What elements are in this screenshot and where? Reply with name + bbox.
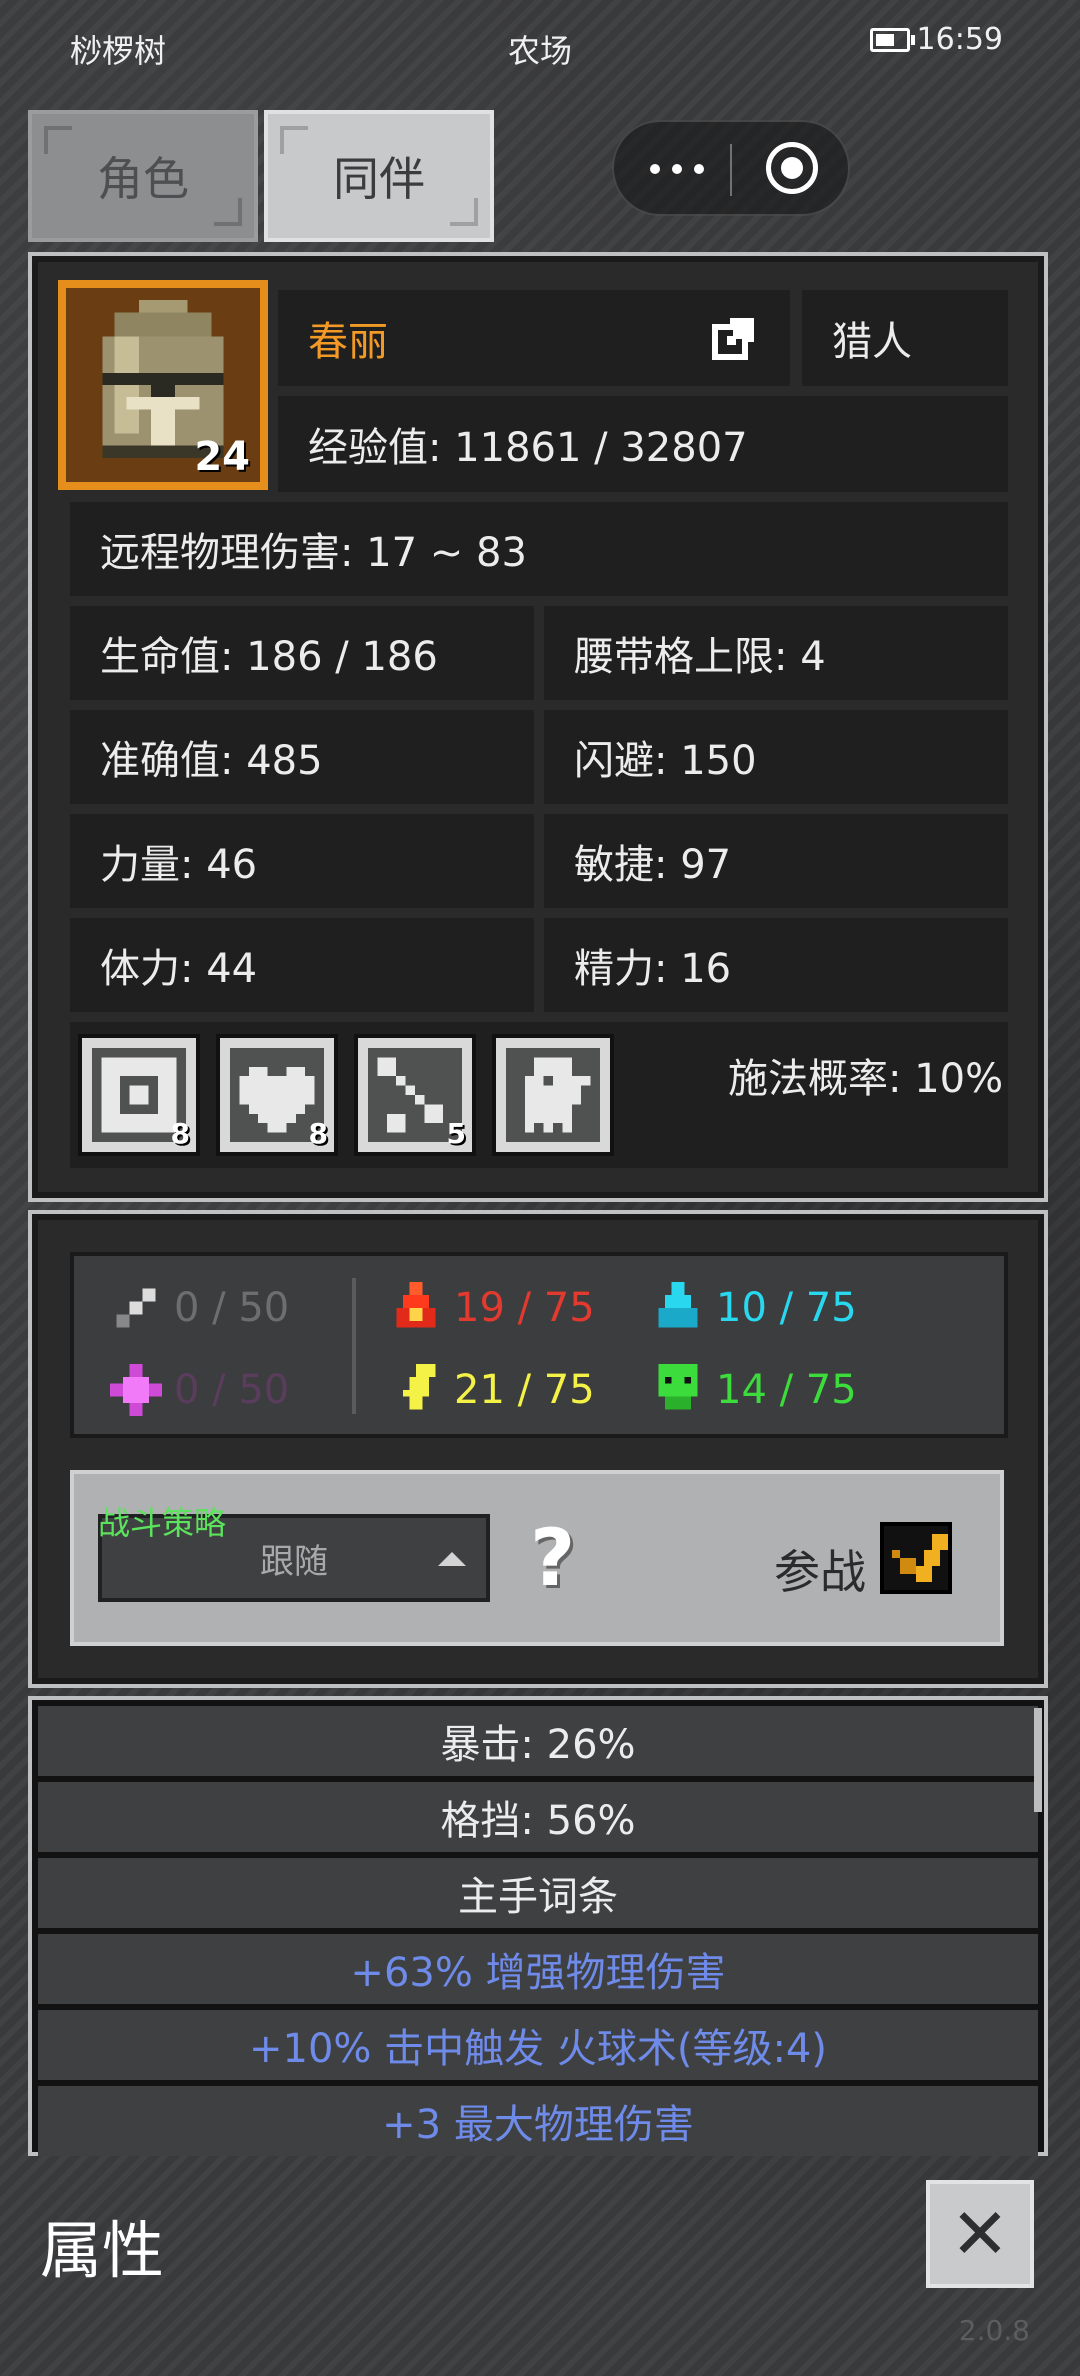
checkmark-icon: [892, 1534, 948, 1582]
tab-role-label: 角色: [97, 152, 189, 206]
battery-icon: [870, 28, 915, 52]
poison-resist: 14 / 75: [652, 1364, 857, 1416]
list-item: +3 最大物理伤害: [38, 2086, 1038, 2156]
dropdown-arrow-icon: [438, 1552, 466, 1566]
agility-cell: 敏捷: 97: [544, 814, 1008, 908]
skill-slot-1[interactable]: 8: [78, 1034, 200, 1156]
accuracy-cell: 准确值: 485: [70, 710, 534, 804]
exp-cell: 经验值: 11861 / 32807: [278, 396, 1008, 492]
list-scrollbar[interactable]: [1034, 1708, 1042, 1812]
tab-companion-label: 同伴: [333, 152, 425, 206]
list-item: +63% 增强物理伤害: [38, 1934, 1038, 2004]
physical-resist: 0 / 50: [110, 1282, 289, 1334]
lightning-resist: 21 / 75: [390, 1364, 595, 1416]
cast-rate: 施法概率: 10%: [728, 1056, 1004, 1102]
eagle-skill-icon: [524, 1057, 591, 1133]
skill-slot-3[interactable]: 5: [354, 1034, 476, 1156]
miniprogram-capsule: [612, 120, 850, 216]
strength-cell: 力量: 46: [70, 814, 534, 908]
skill-count: 8: [170, 1117, 190, 1150]
strength-value: 力量: 46: [100, 842, 258, 888]
damage-value: 远程物理伤害: 17 ~ 83: [100, 530, 527, 576]
belt-cell: 腰带格上限: 4: [544, 606, 1008, 700]
dodge-value: 闪避: 150: [574, 738, 757, 784]
hp-value: 生命值: 186 / 186: [100, 634, 438, 680]
status-bar: 桫椤树 农场 16:59: [0, 0, 1080, 92]
version-label: 2.0.8: [958, 2314, 1030, 2347]
exp-value: 经验值: 11861 / 32807: [308, 425, 748, 471]
energy-value: 精力: 16: [574, 946, 732, 992]
magic-resist-icon: [110, 1364, 162, 1416]
skill-count: 5: [446, 1117, 466, 1150]
magic-resist: 0 / 50: [110, 1364, 289, 1416]
list-item: 格挡: 56%: [38, 1782, 1038, 1852]
page-title: 属性: [40, 2214, 165, 2287]
close-icon: ✕: [950, 2193, 1010, 2275]
strategy-panel: 跟随 战斗策略 ? 参战: [70, 1470, 1004, 1646]
accuracy-value: 准确值: 485: [100, 738, 323, 784]
belt-value: 腰带格上限: 4: [574, 634, 826, 680]
fire-resist: 19 / 75: [390, 1282, 595, 1334]
more-icon[interactable]: [650, 164, 710, 176]
close-miniprogram-icon[interactable]: [766, 142, 818, 194]
sword-resist-icon: [116, 1288, 156, 1328]
list-item: +10% 击中触发 火球术(等级:4): [38, 2010, 1038, 2080]
character-level: 24: [194, 434, 250, 480]
damage-cell: 远程物理伤害: 17 ~ 83: [70, 502, 1008, 596]
rename-icon[interactable]: [712, 318, 754, 360]
dodge-cell: 闪避: 150: [544, 710, 1008, 804]
list-item: 暴击: 26%: [38, 1706, 1038, 1776]
lightning-icon: [403, 1364, 436, 1410]
character-portrait[interactable]: 24: [58, 280, 268, 490]
stamina-cell: 体力: 44: [70, 918, 534, 1012]
stamina-value: 体力: 44: [100, 946, 258, 992]
character-name: 春丽: [308, 319, 388, 365]
energy-cell: 精力: 16: [544, 918, 1008, 1012]
fire-icon: [396, 1282, 436, 1328]
tab-companion[interactable]: 同伴: [264, 110, 494, 242]
hp-cell: 生命值: 186 / 186: [70, 606, 534, 700]
list-item: 主手词条: [38, 1858, 1038, 1928]
character-class-cell: 猎人: [802, 290, 1008, 386]
join-battle-checkbox[interactable]: [880, 1522, 952, 1594]
character-class: 猎人: [832, 319, 912, 365]
tab-role[interactable]: 角色: [28, 110, 258, 242]
skill-count: 8: [308, 1117, 328, 1150]
skill-slot-4[interactable]: [492, 1034, 614, 1156]
status-time: 16:59: [916, 22, 1003, 57]
skill-slot-2[interactable]: 8: [216, 1034, 338, 1156]
character-name-cell: 春丽: [278, 290, 790, 386]
agility-value: 敏捷: 97: [574, 842, 732, 888]
join-battle-label: 参战: [774, 1545, 866, 1599]
help-icon[interactable]: ?: [530, 1514, 575, 1604]
strategy-selected: 跟随: [260, 1541, 328, 1582]
close-button[interactable]: ✕: [926, 2180, 1034, 2288]
strategy-label: 战斗策略: [98, 1504, 227, 1542]
water-drop-icon: [658, 1282, 698, 1328]
skull-icon: [658, 1364, 698, 1410]
cold-resist: 10 / 75: [652, 1282, 857, 1334]
attribute-list[interactable]: 暴击: 26% 格挡: 56% 主手词条 +63% 增强物理伤害 +10% 击中…: [28, 1696, 1048, 2156]
